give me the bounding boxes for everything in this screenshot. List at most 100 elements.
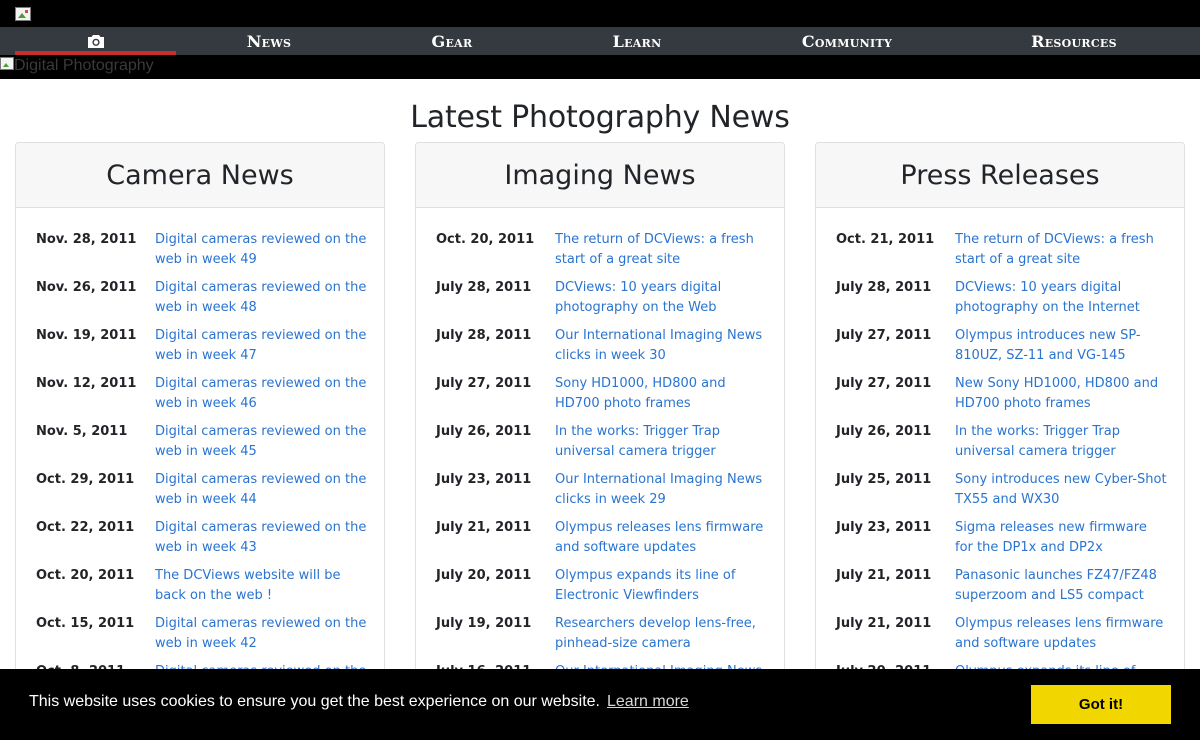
news-item: July 21, 2011 Olympus releases lens firmw… xyxy=(436,518,764,566)
news-link[interactable]: Digital cameras reviewed on the web in w… xyxy=(155,614,367,654)
news-item: Nov. 26, 2011 Digital cameras reviewed on… xyxy=(36,278,367,326)
news-link[interactable]: Digital cameras reviewed on the web in w… xyxy=(155,230,367,270)
press-releases-card: Press Releases Oct. 21, 2011 The return o… xyxy=(815,142,1185,740)
news-item: Nov. 19, 2011 Digital cameras reviewed on… xyxy=(36,326,367,374)
news-item: July 27, 2011 Olympus introduces new SP-8… xyxy=(836,326,1164,374)
news-link[interactable]: Digital cameras reviewed on the web in w… xyxy=(155,470,367,510)
card-title: Press Releases xyxy=(816,143,1184,208)
learn-more-link[interactable]: Learn more xyxy=(607,693,689,711)
news-link[interactable]: Sony introduces new Cyber-Shot TX55 and … xyxy=(955,470,1167,510)
news-link[interactable]: Digital cameras reviewed on the web in w… xyxy=(155,422,367,462)
news-item: Oct. 21, 2011 The return of DCViews: a fr… xyxy=(836,230,1164,278)
news-item: Nov. 12, 2011 Digital cameras reviewed on… xyxy=(36,374,367,422)
card-title: Imaging News xyxy=(416,143,784,208)
news-link[interactable]: Olympus expands its line of Electronic V… xyxy=(555,566,767,606)
news-date: Oct. 15, 2011 xyxy=(36,616,135,631)
news-date: Nov. 28, 2011 xyxy=(36,232,137,247)
news-date: July 23, 2011 xyxy=(836,520,932,535)
news-date: July 21, 2011 xyxy=(836,568,932,583)
news-link[interactable]: In the works: Trigger Trap universal cam… xyxy=(555,422,767,462)
cookie-banner: This website uses cookies to ensure you … xyxy=(0,669,1200,740)
news-link[interactable]: DCViews: 10 years digital photography on… xyxy=(555,278,767,318)
news-date: July 19, 2011 xyxy=(436,616,532,631)
camera-news-card: Camera News Nov. 28, 2011 Digital cameras… xyxy=(15,142,385,740)
news-link[interactable]: Olympus introduces new SP-810UZ, SZ-11 a… xyxy=(955,326,1167,366)
news-link[interactable]: Digital cameras reviewed on the web in w… xyxy=(155,518,367,558)
news-item: July 28, 2011 Our International Imaging N… xyxy=(436,326,764,374)
news-link[interactable]: The return of DCViews: a fresh start of … xyxy=(955,230,1167,270)
news-link[interactable]: Digital cameras reviewed on the web in w… xyxy=(155,326,367,366)
imaging-news-card: Imaging News Oct. 20, 2011 The return of … xyxy=(415,142,785,740)
news-link[interactable]: In the works: Trigger Trap universal cam… xyxy=(955,422,1167,462)
news-date: July 26, 2011 xyxy=(836,424,932,439)
main-nav: News Gear Learn Community Resources xyxy=(0,27,1200,55)
news-item: July 23, 2011 Our International Imaging N… xyxy=(436,470,764,518)
news-date: July 25, 2011 xyxy=(836,472,932,487)
news-item: July 25, 2011 Sony introduces new Cyber-S… xyxy=(836,470,1167,518)
news-item: July 27, 2011 New Sony HD1000, HD800 and … xyxy=(836,374,1164,422)
news-link[interactable]: Olympus releases lens firmware and softw… xyxy=(555,518,767,558)
news-date: Nov. 19, 2011 xyxy=(36,328,137,343)
news-date: July 21, 2011 xyxy=(836,616,932,631)
news-list: Oct. 20, 2011 The return of DCViews: a fr… xyxy=(416,208,784,710)
nav-resources[interactable]: Resources xyxy=(962,27,1186,55)
news-item: Oct. 20, 2011 The DCViews website will be… xyxy=(36,566,364,614)
news-link[interactable]: Panasonic launches FZ47/FZ48 superzoom a… xyxy=(955,566,1167,606)
news-item: July 26, 2011 In the works: Trigger Trap … xyxy=(836,422,1164,470)
nav-community[interactable]: Community xyxy=(732,27,962,55)
nav-learn[interactable]: Learn xyxy=(542,27,732,55)
news-item: Oct. 15, 2011 Digital cameras reviewed on… xyxy=(36,614,367,662)
news-date: July 27, 2011 xyxy=(436,376,532,391)
news-list: Oct. 21, 2011 The return of DCViews: a fr… xyxy=(816,208,1184,710)
news-link[interactable]: The DCViews website will be back on the … xyxy=(155,566,367,606)
news-date: July 28, 2011 xyxy=(436,328,532,343)
news-item: July 27, 2011 Sony HD1000, HD800 and HD70… xyxy=(436,374,764,422)
news-link[interactable]: Olympus releases lens firmware and softw… xyxy=(955,614,1167,654)
news-item: Nov. 28, 2011 Digital cameras reviewed on… xyxy=(36,230,367,278)
nav-news[interactable]: News xyxy=(176,27,362,55)
news-item: July 21, 2011 Panasonic launches FZ47/FZ4… xyxy=(836,566,1164,614)
news-item: July 21, 2011 Olympus releases lens firmw… xyxy=(836,614,1164,662)
news-link[interactable]: Sigma releases new firmware for the DP1x… xyxy=(955,518,1167,558)
banner-alt-text: Digital Photography xyxy=(14,57,154,74)
news-date: July 27, 2011 xyxy=(836,376,932,391)
news-date: July 23, 2011 xyxy=(436,472,532,487)
news-item: Nov. 5, 2011 Digital cameras reviewed on … xyxy=(36,422,367,470)
news-link[interactable]: New Sony HD1000, HD800 and HD700 photo f… xyxy=(955,374,1167,414)
news-link[interactable]: Our International Imaging News clicks in… xyxy=(555,470,767,510)
news-date: Oct. 29, 2011 xyxy=(36,472,135,487)
news-date: Nov. 26, 2011 xyxy=(36,280,137,295)
news-date: Oct. 20, 2011 xyxy=(436,232,535,247)
news-item: Oct. 20, 2011 The return of DCViews: a fr… xyxy=(436,230,764,278)
news-link[interactable]: DCViews: 10 years digital photography on… xyxy=(955,278,1167,318)
news-link[interactable]: Digital cameras reviewed on the web in w… xyxy=(155,278,367,318)
news-link[interactable]: Researchers develop lens-free, pinhead-s… xyxy=(555,614,767,654)
news-link[interactable]: Sony HD1000, HD800 and HD700 photo frame… xyxy=(555,374,767,414)
nav-home[interactable] xyxy=(15,27,176,55)
news-item: July 23, 2011 Sigma releases new firmware… xyxy=(836,518,1164,566)
cookie-message: This website uses cookies to ensure you … xyxy=(29,693,600,710)
news-item: July 26, 2011 In the works: Trigger Trap … xyxy=(436,422,764,470)
nav-gear[interactable]: Gear xyxy=(362,27,542,55)
news-link[interactable]: The return of DCViews: a fresh start of … xyxy=(555,230,767,270)
news-date: July 26, 2011 xyxy=(436,424,532,439)
news-date: Oct. 20, 2011 xyxy=(36,568,135,583)
news-link[interactable]: Our International Imaging News clicks in… xyxy=(555,326,767,366)
camera-icon xyxy=(87,34,104,48)
news-date: Oct. 21, 2011 xyxy=(836,232,935,247)
news-item: July 20, 2011 Olympus expands its line of… xyxy=(436,566,764,614)
news-date: July 27, 2011 xyxy=(836,328,932,343)
news-list: Nov. 28, 2011 Digital cameras reviewed on… xyxy=(16,208,384,710)
news-date: Nov. 5, 2011 xyxy=(36,424,128,439)
news-link[interactable]: Digital cameras reviewed on the web in w… xyxy=(155,374,367,414)
news-date: July 28, 2011 xyxy=(836,280,932,295)
news-item: Oct. 22, 2011 Digital cameras reviewed on… xyxy=(36,518,367,566)
page-title: Latest Photography News xyxy=(410,100,790,135)
news-item: Oct. 29, 2011 Digital cameras reviewed on… xyxy=(36,470,367,518)
site-banner[interactable]: Digital Photography xyxy=(0,55,1200,79)
news-date: July 28, 2011 xyxy=(436,280,532,295)
broken-image-icon xyxy=(0,57,14,71)
news-date: Oct. 22, 2011 xyxy=(36,520,135,535)
news-item: July 28, 2011 DCViews: 10 years digital p… xyxy=(436,278,764,326)
accept-cookies-button[interactable]: Got it! xyxy=(1031,685,1171,724)
